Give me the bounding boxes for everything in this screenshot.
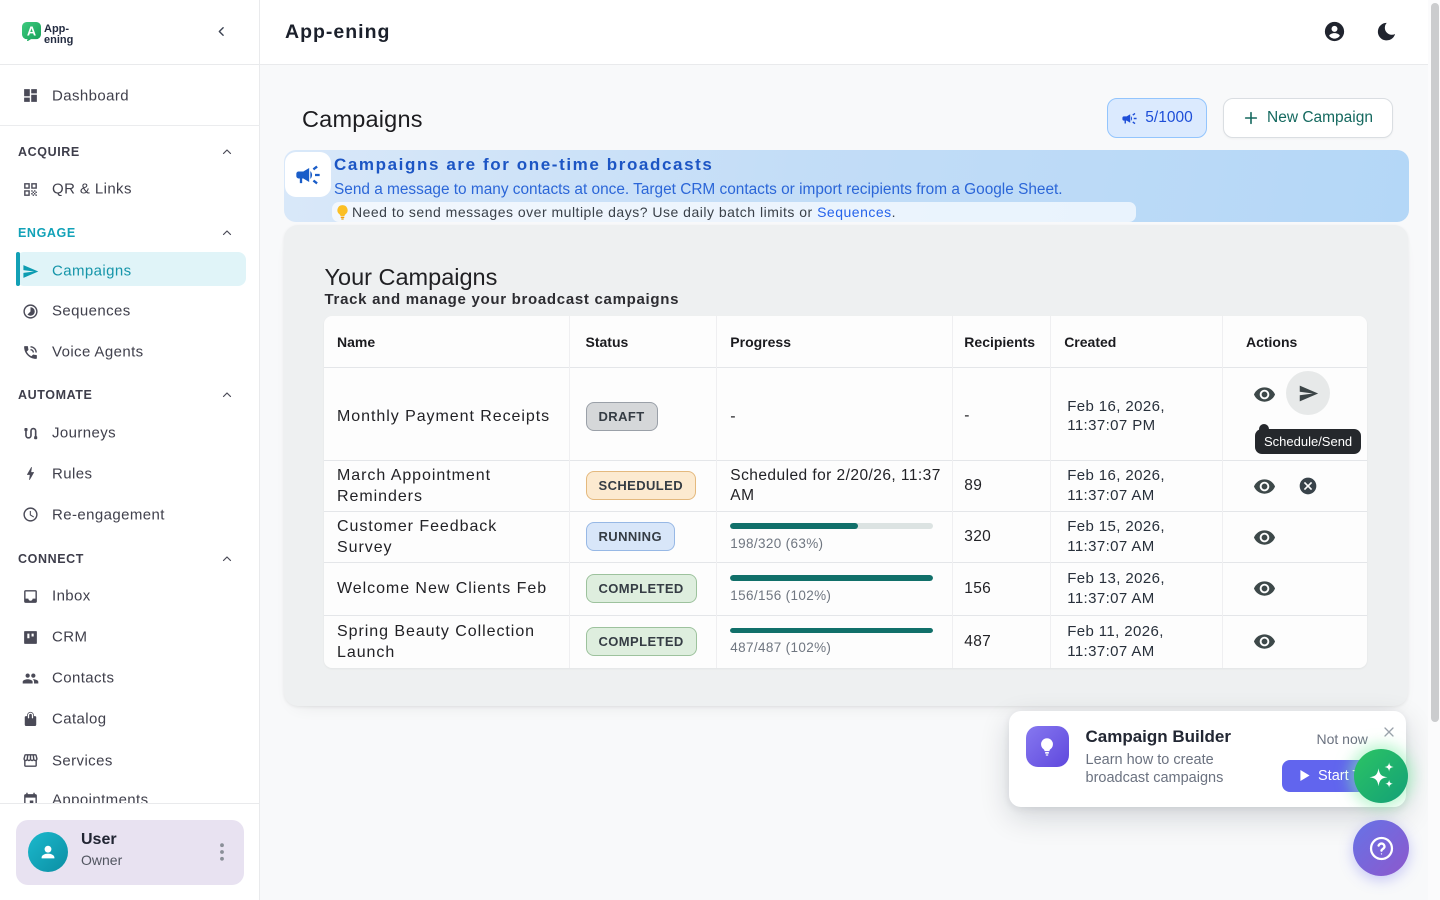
- svg-text:A: A: [27, 23, 36, 38]
